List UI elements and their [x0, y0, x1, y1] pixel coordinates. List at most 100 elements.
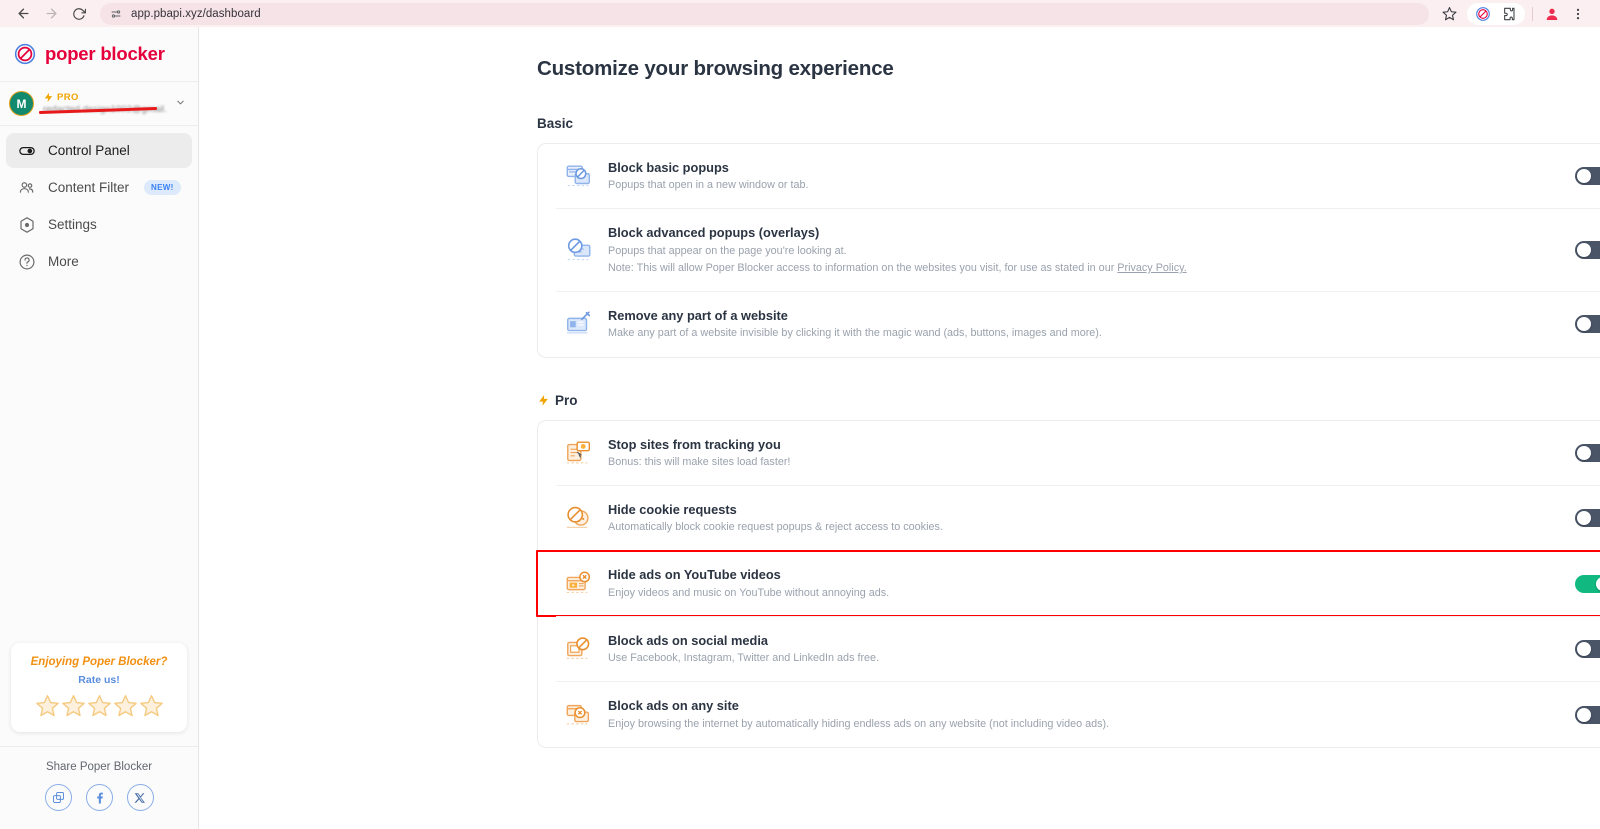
forward-arrow-icon	[46, 8, 56, 19]
toggle-remove-part-of-website[interactable]	[1575, 315, 1600, 334]
site-settings-icon[interactable]	[110, 8, 122, 20]
facebook-icon	[96, 792, 103, 804]
setting-description: Make any part of a website invisible by …	[608, 327, 1102, 340]
reload-icon	[73, 7, 86, 20]
share-label: Share Poper Blocker	[45, 761, 153, 773]
overlay-blocked-icon	[562, 235, 596, 265]
rate-card-title: Enjoying Poper Blocker?	[30, 656, 168, 668]
toggle-switch-icon	[17, 142, 36, 160]
extension-pill	[1467, 2, 1525, 25]
toggle-hide-youtube-ads[interactable]	[1575, 574, 1600, 593]
star-rating[interactable]	[19, 693, 179, 718]
address-bar[interactable]: app.pbapi.xyz/dashboard	[100, 2, 1429, 25]
lightning-bolt-icon	[539, 394, 548, 406]
people-group-icon	[17, 179, 36, 197]
setting-text: Block advanced popups (overlays) Popups …	[608, 224, 1575, 276]
browser-toolbar: app.pbapi.xyz/dashboard	[0, 0, 1600, 27]
star-outline-icon[interactable]	[139, 693, 164, 718]
back-button[interactable]	[10, 3, 36, 25]
setting-text: Remove any part of a website Make any pa…	[608, 307, 1575, 341]
setting-row-block-basic-popups[interactable]: Block basic popups Popups that open in a…	[556, 144, 1600, 208]
setting-title: Block advanced popups (overlays)	[608, 225, 820, 241]
browser-menu-button[interactable]	[1566, 3, 1590, 25]
chevron-down-icon[interactable]	[175, 97, 186, 111]
setting-title: Stop sites from tracking you	[608, 436, 781, 452]
setting-row-hide-youtube-ads[interactable]: Hide ads on YouTube videos Enjoy videos …	[536, 550, 1600, 617]
three-dot-menu-icon	[1576, 8, 1580, 19]
setting-row-block-advanced-popups[interactable]: Block advanced popups (overlays) Popups …	[556, 208, 1600, 291]
no-entry-logo-icon	[14, 43, 36, 65]
toggle-block-ads-any-site[interactable]	[1575, 705, 1600, 724]
account-switcher[interactable]: M PRO redacted.design1002@gmail.com	[0, 82, 198, 126]
share-facebook-button[interactable]	[85, 784, 113, 811]
toolbar-actions	[1437, 2, 1590, 25]
brand-name: poper blocker	[45, 43, 165, 64]
setting-note-text: Note: This will allow Poper Blocker acce…	[608, 261, 1118, 274]
sidebar-item-content-filter[interactable]: Content Filter NEW!	[6, 170, 192, 205]
setting-row-remove-part-of-website[interactable]: Remove any part of a website Make any pa…	[556, 291, 1600, 356]
setting-text: Hide cookie requests Automatically block…	[608, 501, 1575, 535]
setting-description: Popups that open in a new window or tab.	[608, 179, 809, 192]
setting-description: Bonus: this will make sites load faster!	[608, 455, 791, 468]
sidebar-item-settings[interactable]: Settings	[6, 207, 192, 242]
star-outline-icon[interactable]	[35, 693, 60, 718]
setting-title: Hide ads on YouTube videos	[608, 567, 781, 583]
setting-text: Stop sites from tracking you Bonus: this…	[608, 436, 1575, 470]
account-info: PRO redacted.design1002@gmail.com	[38, 92, 166, 115]
magic-wand-website-icon	[562, 309, 596, 339]
any-site-ad-blocked-icon	[562, 700, 596, 730]
setting-row-block-ads-any-site[interactable]: Block ads on any site Enjoy browsing the…	[556, 681, 1600, 746]
social-ad-blocked-icon	[562, 634, 596, 664]
gear-hex-icon	[17, 216, 36, 234]
avatar: M	[9, 91, 34, 116]
share-x-button[interactable]	[126, 784, 154, 811]
star-outline-icon[interactable]	[113, 693, 138, 718]
extensions-puzzle-icon	[1504, 7, 1515, 20]
sidebar-item-label: Settings	[48, 217, 97, 232]
setting-text: Hide ads on YouTube videos Enjoy videos …	[608, 566, 1575, 600]
privacy-policy-link[interactable]: Privacy Policy.	[1117, 262, 1186, 274]
sidebar-item-control-panel[interactable]: Control Panel	[6, 133, 192, 168]
toggle-block-social-ads[interactable]	[1575, 640, 1600, 659]
section-heading-basic: Basic	[537, 116, 1600, 131]
sidebar-item-more[interactable]: More	[6, 244, 192, 279]
setting-note: Note: This will allow Poper Blocker acce…	[608, 260, 1575, 276]
reload-button[interactable]	[66, 3, 92, 25]
bookmark-button[interactable]	[1437, 3, 1461, 25]
setting-row-stop-tracking[interactable]: Stop sites from tracking you Bonus: this…	[556, 421, 1600, 485]
profile-avatar-icon	[1546, 8, 1558, 20]
brand-header[interactable]: poper blocker	[0, 27, 198, 82]
profile-button[interactable]	[1540, 3, 1564, 25]
setting-title: Block ads on social media	[608, 632, 769, 648]
app-root: poper blocker M PRO redacted.design1002@…	[0, 27, 1600, 829]
star-outline-icon[interactable]	[87, 693, 112, 718]
setting-description: Enjoy videos and music on YouTube withou…	[608, 586, 890, 599]
star-outline-icon[interactable]	[61, 693, 86, 718]
toggle-hide-cookie-requests[interactable]	[1575, 509, 1600, 528]
setting-title: Hide cookie requests	[608, 502, 737, 517]
cookie-blocked-icon	[562, 503, 596, 533]
share-copy-button[interactable]	[44, 784, 72, 811]
toggle-block-advanced-popups[interactable]	[1575, 241, 1600, 260]
star-icon	[1442, 7, 1456, 21]
sidebar-item-label: Control Panel	[48, 143, 130, 158]
share-section: Share Poper Blocker	[0, 746, 198, 829]
forward-button[interactable]	[38, 3, 64, 25]
extensions-button[interactable]	[1497, 3, 1521, 25]
poper-blocker-extension-button[interactable]	[1471, 3, 1495, 25]
section-heading-pro: Pro	[537, 393, 1600, 408]
back-arrow-icon	[18, 8, 28, 19]
setting-description: Automatically block cookie request popup…	[608, 521, 943, 534]
setting-row-hide-cookie-requests[interactable]: Hide cookie requests Automatically block…	[556, 485, 1600, 550]
tracking-shield-icon	[562, 438, 596, 468]
main-content: Customize your browsing experience Basic	[199, 27, 1600, 829]
toggle-block-basic-popups[interactable]	[1575, 167, 1600, 186]
poper-blocker-extension-icon	[1476, 6, 1490, 21]
setting-row-block-social-ads[interactable]: Block ads on social media Use Facebook, …	[556, 615, 1600, 681]
new-badge: NEW!	[144, 180, 181, 195]
setting-title: Remove any part of a website	[608, 308, 788, 324]
sidebar-footer: Enjoying Poper Blocker? Rate us! Share P…	[0, 643, 198, 829]
page-title: Customize your browsing experience	[537, 57, 894, 80]
rate-card-subtitle[interactable]: Rate us!	[19, 674, 179, 686]
toggle-stop-tracking[interactable]	[1575, 443, 1600, 462]
